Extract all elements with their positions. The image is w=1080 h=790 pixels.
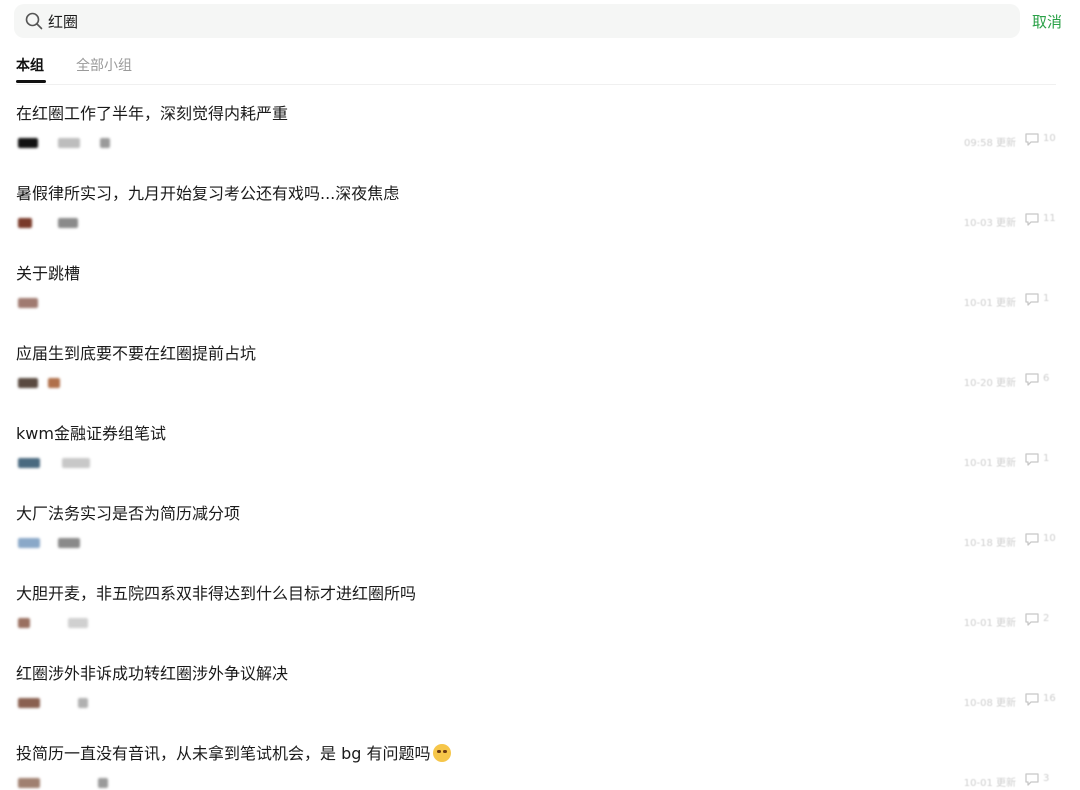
comment-count-value: 1 — [1043, 293, 1050, 304]
post-item[interactable]: 应届生到底要不要在红圈提前占坑 10-20 更新 6 — [0, 328, 1080, 408]
sweat-smile-emoji-icon — [432, 744, 451, 762]
tab-bar: 本组 全部小组 — [16, 55, 1056, 83]
post-author-meta — [18, 618, 218, 630]
author-name — [58, 138, 80, 148]
post-title[interactable]: 暑假律所实习，九月开始复习考公还有戏吗...深夜焦虑 — [16, 180, 399, 204]
avatar — [18, 378, 38, 388]
author-badge — [48, 378, 60, 388]
divider — [16, 84, 1056, 85]
author-badge — [100, 138, 110, 148]
cancel-button[interactable]: 取消 — [1032, 11, 1062, 32]
comment-count: 16 — [1024, 691, 1064, 707]
post-updated-time: 10-01 更新 — [963, 298, 1016, 309]
post-title[interactable]: 大厂法务实习是否为简历减分项 — [16, 500, 240, 524]
post-title[interactable]: 红圈涉外非诉成功转红圈涉外争议解决 — [16, 660, 288, 684]
post-item[interactable]: 在红圈工作了半年，深刻觉得内耗严重 09:58 更新 10 — [0, 88, 1080, 168]
post-title[interactable]: 关于跳槽 — [16, 260, 80, 284]
post-item[interactable]: kwm金融证券组笔试 10-01 更新 1 — [0, 408, 1080, 488]
comment-icon — [1025, 533, 1039, 546]
comment-count-value: 2 — [1043, 613, 1050, 624]
comment-count: 1 — [1024, 451, 1064, 467]
search-results-page: 取消 本组 全部小组 在红圈工作了半年，深刻觉得内耗严重 09:58 更新 10… — [0, 0, 1080, 790]
post-title[interactable]: 在红圈工作了半年，深刻觉得内耗严重 — [16, 100, 288, 124]
post-author-meta — [18, 698, 218, 710]
comment-count-value: 6 — [1043, 373, 1050, 384]
post-title-text: 投简历一直没有音讯，从未拿到笔试机会，是 bg 有问题吗 — [16, 744, 431, 763]
active-tab-indicator — [16, 80, 46, 83]
post-updated-time: 10-08 更新 — [963, 698, 1016, 709]
avatar — [18, 138, 38, 148]
post-title[interactable]: 大胆开麦，非五院四系双非得达到什么目标才进红圈所吗 — [16, 580, 416, 604]
post-updated-time: 10-01 更新 — [963, 618, 1016, 629]
comment-icon — [1025, 693, 1039, 706]
post-title[interactable]: kwm金融证券组笔试 — [16, 420, 166, 444]
post-updated-time: 10-03 更新 — [963, 218, 1016, 229]
avatar — [18, 618, 30, 628]
avatar — [18, 298, 38, 308]
post-item[interactable]: 红圈涉外非诉成功转红圈涉外争议解决 10-08 更新 16 — [0, 648, 1080, 728]
comment-count-value: 3 — [1043, 773, 1050, 784]
comment-icon — [1025, 133, 1039, 146]
tab-this-group[interactable]: 本组 — [16, 55, 44, 75]
comment-icon — [1025, 773, 1039, 786]
comment-count-value: 10 — [1043, 133, 1056, 144]
comment-count: 3 — [1024, 771, 1064, 787]
comment-icon — [1025, 213, 1039, 226]
search-box[interactable] — [14, 4, 1020, 38]
post-author-meta — [18, 778, 218, 790]
post-updated-time: 09:58 更新 — [964, 138, 1016, 149]
search-bar: 取消 — [14, 4, 1074, 38]
comment-count: 6 — [1024, 371, 1064, 387]
author-name — [62, 458, 90, 468]
comment-count-value: 11 — [1043, 213, 1056, 224]
comment-count: 10 — [1024, 531, 1064, 547]
post-title[interactable]: 应届生到底要不要在红圈提前占坑 — [16, 340, 256, 364]
author-name — [58, 538, 80, 548]
author-name — [68, 618, 88, 628]
post-author-meta — [18, 218, 218, 230]
avatar — [18, 218, 32, 228]
avatar — [18, 698, 40, 708]
post-item[interactable]: 投简历一直没有音讯，从未拿到笔试机会，是 bg 有问题吗 10-01 更新 3 — [0, 728, 1080, 790]
avatar — [18, 778, 40, 788]
post-item[interactable]: 关于跳槽 10-01 更新 1 — [0, 248, 1080, 328]
comment-icon — [1025, 453, 1039, 466]
comment-count: 2 — [1024, 611, 1064, 627]
avatar — [18, 538, 40, 548]
author-badge — [98, 778, 108, 788]
comment-count: 10 — [1024, 131, 1064, 147]
post-title[interactable]: 投简历一直没有音讯，从未拿到笔试机会，是 bg 有问题吗 — [16, 740, 451, 764]
comment-count-value: 1 — [1043, 453, 1050, 464]
post-author-meta — [18, 458, 218, 470]
comment-count-value: 16 — [1043, 693, 1056, 704]
author-name — [58, 218, 78, 228]
comment-count: 11 — [1024, 211, 1064, 227]
author-badge — [78, 698, 88, 708]
post-author-meta — [18, 378, 218, 390]
comment-icon — [1025, 613, 1039, 626]
comment-count-value: 10 — [1043, 533, 1056, 544]
search-icon — [24, 11, 44, 31]
search-input[interactable] — [48, 4, 988, 38]
post-author-meta — [18, 298, 218, 310]
post-item[interactable]: 大胆开麦，非五院四系双非得达到什么目标才进红圈所吗 10-01 更新 2 — [0, 568, 1080, 648]
comment-icon — [1025, 293, 1039, 306]
post-author-meta — [18, 538, 218, 550]
comment-icon — [1025, 373, 1039, 386]
avatar — [18, 458, 40, 468]
comment-count: 1 — [1024, 291, 1064, 307]
post-updated-time: 10-01 更新 — [963, 778, 1016, 789]
post-item[interactable]: 大厂法务实习是否为简历减分项 10-18 更新 10 — [0, 488, 1080, 568]
post-updated-time: 10-20 更新 — [963, 378, 1016, 389]
post-item[interactable]: 暑假律所实习，九月开始复习考公还有戏吗...深夜焦虑 10-03 更新 11 — [0, 168, 1080, 248]
post-updated-time: 10-18 更新 — [963, 538, 1016, 549]
post-author-meta — [18, 138, 218, 150]
post-updated-time: 10-01 更新 — [963, 458, 1016, 469]
tab-all-groups[interactable]: 全部小组 — [76, 55, 132, 75]
